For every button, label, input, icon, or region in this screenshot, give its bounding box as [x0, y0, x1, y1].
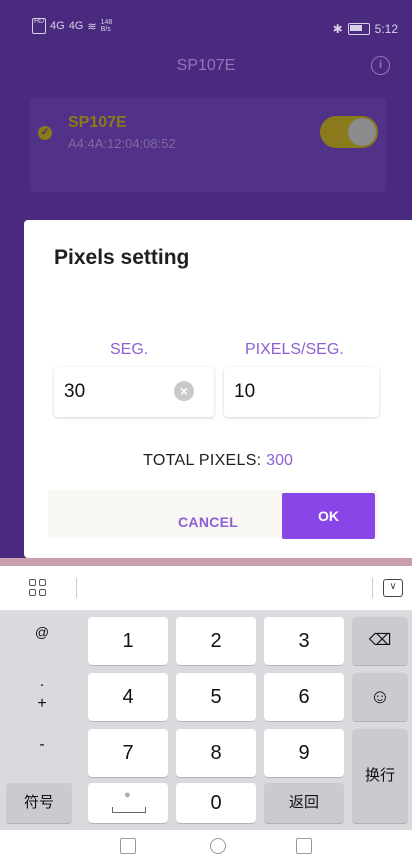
- check-icon: ✓: [38, 126, 52, 140]
- total-label: TOTAL PIXELS:: [143, 452, 267, 469]
- seg-input[interactable]: 30 ×: [54, 367, 214, 417]
- toolbar-divider: [76, 578, 77, 598]
- bluetooth-icon: ✱: [332, 22, 343, 36]
- key-2[interactable]: 2: [176, 617, 256, 665]
- key-6[interactable]: 6: [264, 673, 344, 721]
- device-toggle[interactable]: [320, 116, 378, 148]
- toggle-knob: [348, 118, 376, 146]
- space-key[interactable]: ●: [88, 783, 168, 823]
- seg-label: SEG.: [110, 341, 149, 358]
- key-7[interactable]: 7: [88, 729, 168, 777]
- key-5[interactable]: 5: [176, 673, 256, 721]
- key-3[interactable]: 3: [264, 617, 344, 665]
- wifi-icon: ≋: [87, 20, 97, 33]
- key-minus[interactable]: -: [6, 729, 78, 777]
- time: 5:12: [374, 22, 398, 36]
- device-name: SP107E: [68, 114, 127, 131]
- ok-button[interactable]: OK: [282, 493, 375, 539]
- return-key[interactable]: 返回: [264, 783, 344, 823]
- app-title: SP107E: [176, 57, 236, 74]
- key-8[interactable]: 8: [176, 729, 256, 777]
- key-symbols[interactable]: 符号: [6, 783, 72, 823]
- key-4[interactable]: 4: [88, 673, 168, 721]
- battery-icon: [347, 23, 370, 35]
- seg-input-value: 30: [64, 381, 86, 402]
- dialog-underlay: [0, 558, 412, 566]
- total-pixels: TOTAL PIXELS: 300: [24, 452, 412, 470]
- device-mac: A4:4A:12:04:08:52: [68, 136, 176, 151]
- key-0[interactable]: 0: [176, 783, 256, 823]
- navigation-bar: [0, 830, 412, 854]
- cancel-button[interactable]: CANCEL: [178, 514, 238, 530]
- numeric-keyboard: @ . + - 符号 1 2 3 4 5 6 7 8 9 ● 0 返回 ⌫ ☺ …: [0, 611, 412, 830]
- device-card[interactable]: ✓ SP107E A4:4A:12:04:08:52: [30, 98, 386, 192]
- key-1[interactable]: 1: [88, 617, 168, 665]
- toolbar-divider: [372, 578, 373, 598]
- microphone-icon: ●: [124, 789, 131, 801]
- status-bar: HD 4G 4G ≋ 148 B/s ✱ 5:12: [0, 0, 412, 46]
- pixels-input-value: 10: [234, 381, 256, 402]
- emoji-icon[interactable]: ☺: [352, 673, 408, 721]
- total-value: 300: [266, 452, 293, 469]
- key-9[interactable]: 9: [264, 729, 344, 777]
- grid-icon[interactable]: [29, 579, 47, 597]
- net-speed: 148 B/s: [100, 19, 113, 33]
- key-dot-plus[interactable]: . +: [6, 671, 78, 723]
- space-bar-icon: [112, 807, 146, 813]
- pixels-per-seg-input[interactable]: 10: [224, 367, 379, 417]
- dialog-title: Pixels setting: [54, 246, 190, 269]
- info-icon[interactable]: i: [371, 56, 390, 75]
- keyboard-toolbar: ∨: [0, 566, 412, 611]
- status-right: ✱ 5:12: [333, 22, 398, 36]
- signal-1: 4G: [50, 20, 65, 32]
- recents-nav-icon[interactable]: [296, 838, 312, 854]
- status-left: HD 4G 4G ≋ 148 B/s: [32, 18, 112, 34]
- hide-keyboard-icon[interactable]: ∨: [383, 579, 403, 597]
- key-at[interactable]: @: [6, 617, 78, 665]
- enter-key[interactable]: 换行: [352, 729, 408, 823]
- home-nav-icon[interactable]: [210, 838, 226, 854]
- sim-icon: HD: [32, 18, 46, 34]
- back-nav-icon[interactable]: [120, 838, 136, 854]
- clear-icon[interactable]: ×: [174, 381, 194, 401]
- backspace-icon[interactable]: ⌫: [352, 617, 408, 665]
- signal-2: 4G: [68, 20, 84, 32]
- pixels-setting-dialog: Pixels setting SEG. PIXELS/SEG. 30 × 10 …: [24, 220, 412, 558]
- pixels-per-seg-label: PIXELS/SEG.: [245, 341, 344, 358]
